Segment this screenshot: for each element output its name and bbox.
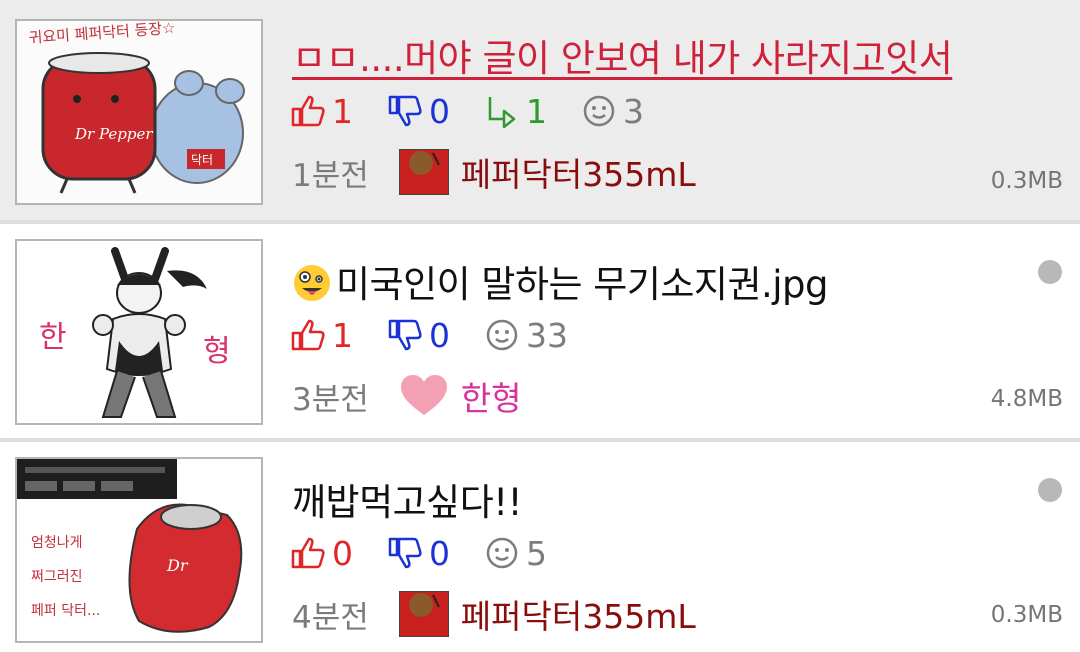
- comment-smiley-icon: [583, 95, 615, 127]
- upvote-stat: 1: [290, 316, 353, 355]
- comment-count: 5: [526, 533, 547, 573]
- post-thumbnail[interactable]: 귀요미 페퍼닥터 등장☆ Dr Pepper 닥터: [15, 19, 263, 205]
- comment-count: 3: [623, 91, 644, 131]
- thumbs-up-icon: [291, 319, 325, 351]
- bunny-girl-drawing: 한 형: [17, 241, 261, 423]
- post-title-text[interactable]: 미국인이 말하는 무기소지권.jpg: [336, 263, 829, 306]
- upvote-count: 1: [332, 315, 353, 355]
- thumbs-down-icon: [388, 319, 422, 351]
- svg-text:엄청나게: 엄청나게: [31, 535, 83, 551]
- svg-text:쩌그러진: 쩌그러진: [31, 569, 83, 585]
- author-avatar[interactable]: [398, 149, 449, 195]
- post-stats: 0 0 5: [290, 530, 581, 576]
- post-thumbnail[interactable]: 한 형: [15, 239, 263, 425]
- post-list: 귀요미 페퍼닥터 등장☆ Dr Pepper 닥터 ㅁㅁ....머야 글이 안보…: [0, 0, 1080, 652]
- post-time: 1분전: [292, 157, 369, 194]
- heart-avatar[interactable]: [399, 373, 449, 419]
- comment-smiley-icon: [486, 319, 518, 351]
- unread-dot: [1038, 260, 1062, 284]
- post-title-link[interactable]: 미국인이 말하는 무기소지권.jpg: [292, 254, 829, 308]
- svg-text:Dr: Dr: [166, 556, 189, 575]
- upvote-count: 0: [332, 533, 353, 573]
- downvote-stat: 0: [387, 534, 450, 573]
- zany-face-icon: [294, 265, 330, 301]
- post-meta: 1분전 페퍼닥터355mL: [292, 148, 696, 196]
- author-name[interactable]: 페퍼닥터355mL: [461, 148, 696, 196]
- svg-text:닥터: 닥터: [191, 153, 213, 167]
- comment-count: 33: [526, 315, 568, 355]
- post-item[interactable]: 한 형 미국인이 말하는 무기소지권.jpg 1 0 33 3분전 한형 4.8…: [0, 224, 1080, 438]
- upvote-count: 1: [332, 91, 353, 131]
- thumbs-down-icon: [388, 537, 422, 569]
- post-title-link[interactable]: 깨밥먹고싶다!!: [292, 472, 522, 526]
- downvote-stat: 0: [387, 316, 450, 355]
- post-time: 4분전: [292, 599, 369, 636]
- svg-text:페퍼 닥터...: 페퍼 닥터...: [31, 603, 100, 619]
- thumbs-down-icon: [388, 95, 422, 127]
- comment-stat: 3: [581, 92, 644, 131]
- post-meta: 4분전 페퍼닥터355mL: [292, 590, 696, 638]
- post-thumbnail[interactable]: Dr 엄청나게 쩌그러진 페퍼 닥터...: [15, 457, 263, 643]
- attachment-size: 4.8MB: [990, 386, 1063, 412]
- post-item[interactable]: Dr 엄청나게 쩌그러진 페퍼 닥터... 깨밥먹고싶다!! 0 0 5 4분전: [0, 442, 1080, 652]
- post-time: 3분전: [292, 381, 369, 418]
- unread-dot: [1038, 478, 1062, 502]
- svg-text:한: 한: [39, 320, 67, 355]
- attachment-size: 0.3MB: [990, 602, 1063, 628]
- post-item[interactable]: 귀요미 페퍼닥터 등장☆ Dr Pepper 닥터 ㅁㅁ....머야 글이 안보…: [0, 0, 1080, 220]
- post-stats: 1 0 33: [290, 312, 602, 358]
- dr-pepper-can-drawing: 귀요미 페퍼닥터 등장☆ Dr Pepper 닥터: [17, 21, 261, 203]
- upvote-stat: 0: [290, 534, 353, 573]
- downvote-count: 0: [429, 533, 450, 573]
- thumbs-up-icon: [291, 95, 325, 127]
- post-stats: 1 0 1 3: [290, 88, 678, 134]
- comment-stat: 33: [484, 316, 568, 355]
- share-stat: 1: [484, 92, 547, 131]
- thumbs-up-icon: [291, 537, 325, 569]
- crushed-can-drawing: Dr 엄청나게 쩌그러진 페퍼 닥터...: [17, 459, 261, 641]
- author-avatar[interactable]: [398, 591, 449, 637]
- author-name[interactable]: 한형: [461, 372, 522, 420]
- downvote-count: 0: [429, 91, 450, 131]
- comment-stat: 5: [484, 534, 547, 573]
- post-title-link[interactable]: ㅁㅁ....머야 글이 안보여 내가 사라지고잇서: [292, 28, 953, 82]
- comment-smiley-icon: [486, 537, 518, 569]
- svg-text:형: 형: [203, 334, 231, 369]
- downvote-count: 0: [429, 315, 450, 355]
- svg-text:Dr Pepper: Dr Pepper: [74, 125, 153, 143]
- attachment-size: 0.3MB: [990, 168, 1063, 194]
- share-icon: [488, 97, 516, 129]
- upvote-stat: 1: [290, 92, 353, 131]
- post-meta: 3분전 한형: [292, 372, 522, 420]
- author-name[interactable]: 페퍼닥터355mL: [461, 590, 696, 638]
- share-count: 1: [526, 91, 547, 131]
- downvote-stat: 0: [387, 92, 450, 131]
